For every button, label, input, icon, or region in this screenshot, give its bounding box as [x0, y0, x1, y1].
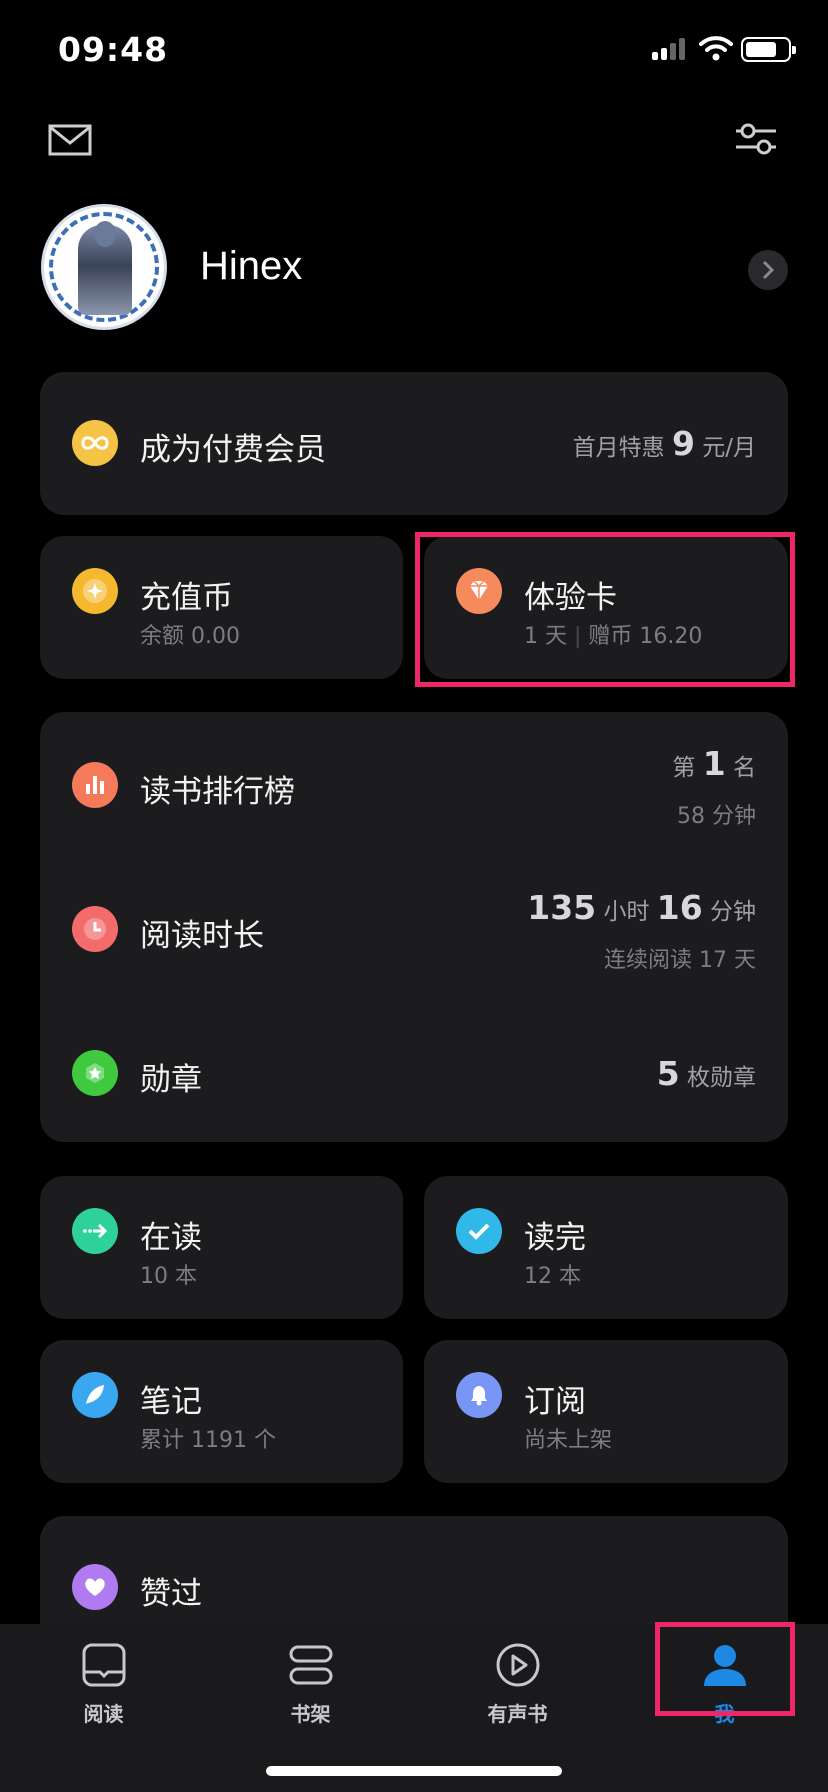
subscribe-status: 尚未上架	[524, 1428, 613, 1453]
notes-count: 累计 1191 个	[140, 1428, 276, 1453]
trial-card-highlight	[415, 532, 795, 687]
coins-balance: 余额 0.00	[140, 624, 240, 649]
reading-card[interactable]: 在读 10 本	[40, 1176, 403, 1319]
tab-read[interactable]: 阅读	[0, 1624, 207, 1744]
ranking-title: 读书排行榜	[140, 774, 295, 810]
tab-shelf[interactable]: 书架	[207, 1624, 414, 1744]
tab-shelf-label: 书架	[290, 1702, 331, 1726]
clock-icon	[72, 906, 118, 952]
notes-title: 笔记	[140, 1384, 202, 1420]
bar-chart-icon	[72, 762, 118, 808]
finished-count: 12 本	[524, 1264, 581, 1289]
badges-title: 勋章	[140, 1062, 202, 1098]
badges-count: 5 枚勋章	[656, 1054, 756, 1093]
heart-icon	[72, 1564, 118, 1610]
reading-title: 在读	[140, 1220, 202, 1256]
chevron-right-icon	[762, 260, 775, 280]
bell-icon	[456, 1372, 502, 1418]
feather-icon	[72, 1372, 118, 1418]
status-bar: 09:48	[0, 0, 828, 100]
settings-sliders-icon[interactable]	[734, 120, 778, 158]
duration-row[interactable]: 阅读时长 135 小时 16 分钟 连续阅读 17 天	[40, 856, 788, 1000]
notes-card[interactable]: 笔记 累计 1191 个	[40, 1340, 403, 1483]
coins-title: 充值币	[140, 580, 233, 616]
reading-count: 10 本	[140, 1264, 197, 1289]
membership-offer: 首月特惠 9 元/月	[572, 424, 756, 463]
subscribe-title: 订阅	[524, 1384, 586, 1420]
duration-title: 阅读时长	[140, 918, 264, 954]
home-indicator	[266, 1766, 562, 1776]
arrow-right-icon	[72, 1208, 118, 1254]
liked-title: 赞过	[140, 1576, 202, 1612]
badge-icon	[72, 1050, 118, 1096]
tab-read-label: 阅读	[83, 1702, 124, 1726]
cellular-signal-icon	[652, 38, 688, 60]
duration-value: 135 小时 16 分钟	[527, 888, 756, 927]
stats-card: 读书排行榜 第 1 名 58 分钟 阅读时长 135 小时 16 分钟 连续阅读…	[40, 712, 788, 1142]
tab-audiobook-label: 有声书	[487, 1702, 548, 1726]
finished-title: 读完	[524, 1220, 586, 1256]
infinity-icon	[72, 420, 118, 466]
wifi-icon	[699, 36, 733, 61]
duration-streak: 连续阅读 17 天	[604, 948, 756, 973]
username[interactable]: Hinex	[200, 244, 302, 289]
ranking-row[interactable]: 读书排行榜 第 1 名 58 分钟	[40, 712, 788, 856]
badges-row[interactable]: 勋章 5 枚勋章	[40, 1000, 788, 1142]
membership-title: 成为付费会员	[140, 432, 326, 468]
tab-audiobook[interactable]: 有声书	[414, 1624, 621, 1744]
tab-me-highlight	[655, 1622, 795, 1716]
play-icon	[496, 1643, 540, 1687]
shelf-icon	[289, 1645, 333, 1685]
avatar[interactable]	[41, 204, 167, 330]
mail-icon[interactable]	[48, 124, 92, 156]
check-icon	[456, 1208, 502, 1254]
membership-card[interactable]: 成为付费会员 首月特惠 9 元/月	[40, 372, 788, 515]
subscribe-card[interactable]: 订阅 尚未上架	[424, 1340, 788, 1483]
book-icon	[82, 1643, 126, 1687]
finished-card[interactable]: 读完 12 本	[424, 1176, 788, 1319]
coin-icon	[72, 568, 118, 614]
battery-icon	[741, 37, 796, 62]
coins-card[interactable]: 充值币 余额 0.00	[40, 536, 403, 679]
ranking-position: 第 1 名	[672, 744, 756, 783]
status-time: 09:48	[58, 30, 169, 69]
profile-arrow-button[interactable]	[748, 250, 788, 290]
ranking-time: 58 分钟	[677, 804, 756, 829]
